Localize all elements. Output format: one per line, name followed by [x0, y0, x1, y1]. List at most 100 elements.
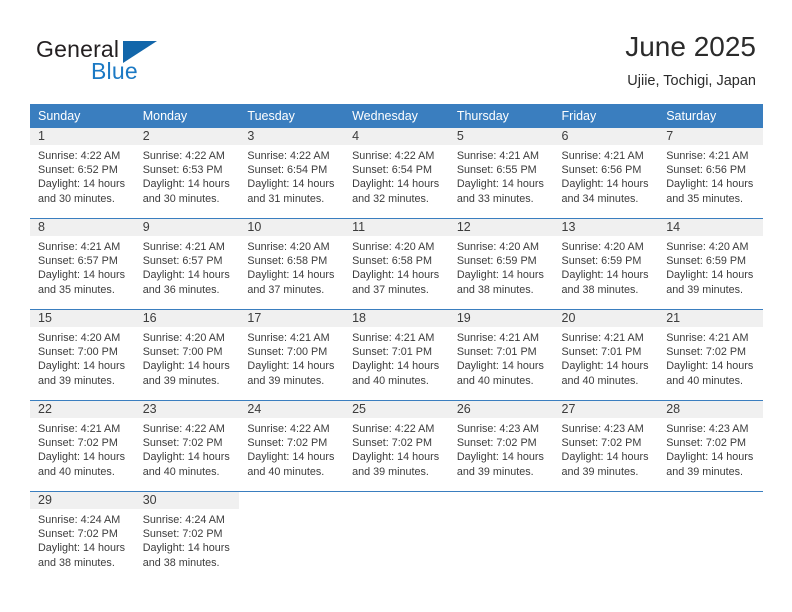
daylight-text-line2: and 40 minutes.	[38, 465, 115, 478]
calendar-cell: 11 Sunrise: 4:20 AM Sunset: 6:58 PM Dayligh…	[344, 218, 449, 310]
day-cell[interactable]: 2 Sunrise: 4:22 AM Sunset: 6:53 PM Daylight…	[134, 128, 240, 218]
day-cell[interactable]: 19 Sunrise: 4:21 AM Sunset: 7:01 PM Dayligh…	[448, 310, 554, 400]
day-cell[interactable]: 1 Sunrise: 4:22 AM Sunset: 6:52 PM Daylight…	[30, 128, 135, 218]
day-cell[interactable]: 25 Sunrise: 4:22 AM Sunset: 7:02 PM Dayligh…	[344, 401, 449, 491]
daylight-text-line1: Daylight: 14 hours	[38, 542, 126, 555]
sunset-text: Sunset: 7:02 PM	[352, 437, 432, 450]
calendar-cell: 4 Sunrise: 4:22 AM Sunset: 6:54 PM Daylight…	[344, 128, 449, 219]
daylight-text-line2: and 39 minutes.	[561, 465, 639, 478]
daylight-text-line1: Daylight: 14 hours	[142, 178, 230, 191]
day-cell[interactable]: 20 Sunrise: 4:21 AM Sunset: 7:01 PM Dayligh…	[553, 310, 659, 400]
daylight-text-line1: Daylight: 14 hours	[247, 178, 335, 191]
sunrise-text: Sunrise: 4:22 AM	[142, 150, 225, 162]
sunrise-text: Sunrise: 4:21 AM	[352, 332, 435, 344]
day-cell[interactable]: 17 Sunrise: 4:21 AM Sunset: 7:00 PM Dayligh…	[239, 310, 345, 400]
day-cell[interactable]: 16 Sunrise: 4:20 AM Sunset: 7:00 PM Dayligh…	[134, 310, 240, 400]
day-details: Sunrise: 4:21 AM Sunset: 7:02 PM Daylight:…	[658, 327, 763, 388]
daylight-text-line1: Daylight: 14 hours	[247, 360, 335, 373]
daylight-text-line1: Daylight: 14 hours	[247, 451, 335, 464]
day-cell[interactable]: 27 Sunrise: 4:23 AM Sunset: 7:02 PM Dayligh…	[553, 401, 659, 491]
sunset-text: Sunset: 7:02 PM	[666, 437, 747, 450]
day-cell[interactable]: 3 Sunrise: 4:22 AM Sunset: 6:54 PM Daylight…	[239, 128, 345, 218]
day-cell[interactable]: 14 Sunrise: 4:20 AM Sunset: 6:59 PM Dayligh…	[658, 219, 763, 309]
sunset-text: Sunset: 6:56 PM	[561, 164, 642, 177]
day-cell-empty	[344, 492, 449, 582]
day-cell[interactable]: 21 Sunrise: 4:21 AM Sunset: 7:02 PM Dayligh…	[658, 310, 763, 400]
day-cell[interactable]: 15 Sunrise: 4:20 AM Sunset: 7:00 PM Dayligh…	[30, 310, 135, 400]
daylight-text-line2: and 37 minutes.	[352, 283, 429, 296]
daylight-text-line2: and 30 minutes.	[38, 192, 115, 205]
day-cell[interactable]: 5 Sunrise: 4:21 AM Sunset: 6:55 PM Daylight…	[448, 128, 554, 218]
calendar-cell: 15 Sunrise: 4:20 AM Sunset: 7:00 PM Dayligh…	[30, 309, 135, 401]
day-details: Sunrise: 4:21 AM Sunset: 7:01 PM Daylight:…	[344, 327, 449, 388]
day-details: Sunrise: 4:21 AM Sunset: 7:01 PM Daylight:…	[554, 327, 659, 388]
general-blue-logo[interactable]: General Blue	[36, 36, 216, 88]
day-number: 13	[553, 219, 659, 236]
day-details: Sunrise: 4:20 AM Sunset: 6:58 PM Daylight:…	[239, 236, 344, 297]
weekday-header-sunday: Sunday	[30, 104, 135, 128]
day-details: Sunrise: 4:22 AM Sunset: 6:53 PM Daylight:…	[135, 145, 240, 206]
daylight-text-line1: Daylight: 14 hours	[561, 360, 649, 373]
daylight-text-line2: and 35 minutes.	[666, 192, 744, 205]
day-cell[interactable]: 9 Sunrise: 4:21 AM Sunset: 6:57 PM Daylight…	[134, 219, 240, 309]
daylight-text-line1: Daylight: 14 hours	[666, 269, 754, 282]
daylight-text-line2: and 39 minutes.	[456, 465, 534, 478]
day-details: Sunrise: 4:20 AM Sunset: 7:00 PM Daylight:…	[30, 327, 135, 388]
sunrise-text: Sunrise: 4:23 AM	[561, 423, 644, 435]
daylight-text-line1: Daylight: 14 hours	[666, 178, 754, 191]
day-cell[interactable]: 29 Sunrise: 4:24 AM Sunset: 7:02 PM Dayligh…	[30, 492, 135, 582]
day-cell[interactable]: 13 Sunrise: 4:20 AM Sunset: 6:59 PM Dayligh…	[553, 219, 659, 309]
sunset-text: Sunset: 6:59 PM	[666, 255, 747, 268]
day-cell[interactable]: 26 Sunrise: 4:23 AM Sunset: 7:02 PM Dayligh…	[448, 401, 554, 491]
daylight-text-line1: Daylight: 14 hours	[666, 451, 754, 464]
day-cell[interactable]: 10 Sunrise: 4:20 AM Sunset: 6:58 PM Dayligh…	[239, 219, 345, 309]
daylight-text-line2: and 38 minutes.	[561, 283, 639, 296]
sunset-text: Sunset: 6:59 PM	[456, 255, 537, 268]
day-cell[interactable]: 4 Sunrise: 4:22 AM Sunset: 6:54 PM Daylight…	[344, 128, 449, 218]
sunset-text: Sunset: 7:02 PM	[456, 437, 537, 450]
sunset-text: Sunset: 7:02 PM	[38, 437, 118, 450]
daylight-text-line2: and 40 minutes.	[142, 465, 220, 478]
daylight-text-line2: and 40 minutes.	[561, 374, 639, 387]
daylight-text-line1: Daylight: 14 hours	[561, 451, 649, 464]
sunset-text: Sunset: 6:58 PM	[352, 255, 432, 268]
day-cell[interactable]: 23 Sunrise: 4:22 AM Sunset: 7:02 PM Dayligh…	[134, 401, 240, 491]
day-cell[interactable]: 12 Sunrise: 4:20 AM Sunset: 6:59 PM Dayligh…	[448, 219, 554, 309]
day-cell[interactable]: 28 Sunrise: 4:23 AM Sunset: 7:02 PM Dayligh…	[658, 401, 763, 491]
sunset-text: Sunset: 6:55 PM	[456, 164, 537, 177]
day-number: 10	[239, 219, 345, 236]
day-number: 30	[134, 492, 240, 509]
day-cell[interactable]: 8 Sunrise: 4:21 AM Sunset: 6:57 PM Daylight…	[30, 219, 135, 309]
sunrise-text: Sunrise: 4:20 AM	[456, 241, 540, 253]
day-cell[interactable]: 30 Sunrise: 4:24 AM Sunset: 7:02 PM Dayligh…	[134, 492, 240, 582]
day-number: 26	[448, 401, 554, 418]
day-number: 12	[448, 219, 554, 236]
day-cell[interactable]: 7 Sunrise: 4:21 AM Sunset: 6:56 PM Daylight…	[658, 128, 763, 218]
daylight-text-line1: Daylight: 14 hours	[561, 178, 649, 191]
sunrise-sunset-calendar: Sunday Monday Tuesday Wednesday Thursday…	[30, 104, 763, 582]
daylight-text-line2: and 39 minutes.	[38, 374, 115, 387]
day-cell[interactable]: 24 Sunrise: 4:22 AM Sunset: 7:02 PM Dayligh…	[239, 401, 345, 491]
daylight-text-line1: Daylight: 14 hours	[38, 451, 126, 464]
day-details: Sunrise: 4:23 AM Sunset: 7:02 PM Daylight:…	[554, 418, 659, 479]
calendar-cell: 1 Sunrise: 4:22 AM Sunset: 6:52 PM Daylight…	[30, 128, 135, 219]
day-number: 21	[658, 310, 763, 327]
day-number	[449, 492, 554, 509]
daylight-text-line1: Daylight: 14 hours	[456, 451, 544, 464]
daylight-text-line2: and 40 minutes.	[247, 465, 325, 478]
day-number: 23	[134, 401, 240, 418]
sunrise-text: Sunrise: 4:22 AM	[247, 423, 330, 435]
daylight-text-line1: Daylight: 14 hours	[352, 269, 440, 282]
calendar-cell: 9 Sunrise: 4:21 AM Sunset: 6:57 PM Daylight…	[134, 218, 240, 310]
daylight-text-line2: and 35 minutes.	[38, 283, 115, 296]
sunrise-text: Sunrise: 4:22 AM	[352, 150, 435, 162]
sunset-text: Sunset: 7:02 PM	[247, 437, 328, 450]
day-cell[interactable]: 11 Sunrise: 4:20 AM Sunset: 6:58 PM Dayligh…	[344, 219, 449, 309]
day-cell[interactable]: 18 Sunrise: 4:21 AM Sunset: 7:01 PM Dayligh…	[344, 310, 449, 400]
daylight-text-line2: and 40 minutes.	[352, 374, 429, 387]
day-cell[interactable]: 6 Sunrise: 4:21 AM Sunset: 6:56 PM Daylight…	[553, 128, 659, 218]
daylight-text-line2: and 34 minutes.	[561, 192, 639, 205]
day-cell[interactable]: 22 Sunrise: 4:21 AM Sunset: 7:02 PM Dayligh…	[30, 401, 135, 491]
daylight-text-line2: and 36 minutes.	[142, 283, 220, 296]
sunset-text: Sunset: 6:54 PM	[247, 164, 328, 177]
